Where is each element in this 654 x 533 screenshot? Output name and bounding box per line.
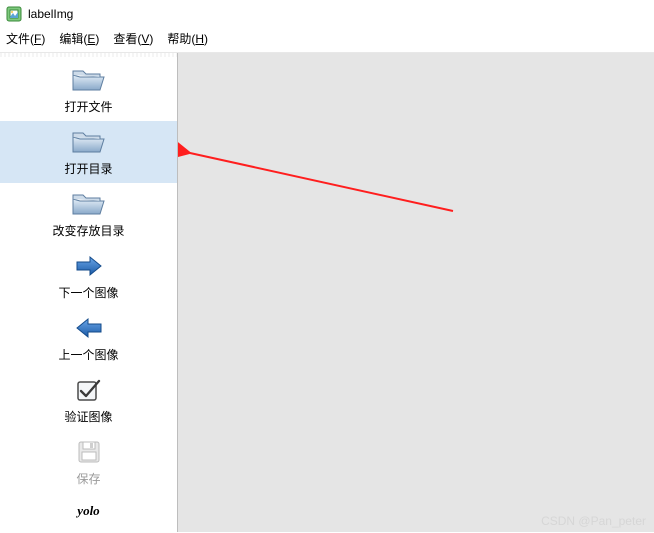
folder-open-icon bbox=[69, 189, 109, 219]
verify-image-label: 验证图像 bbox=[64, 408, 112, 425]
menu-view-prefix: 查看( bbox=[113, 32, 141, 46]
app-icon bbox=[6, 6, 22, 22]
change-save-dir-label: 改变存放目录 bbox=[52, 222, 124, 239]
open-file-label: 打开文件 bbox=[64, 98, 112, 115]
prev-image-label: 上一个图像 bbox=[58, 346, 118, 363]
menu-help-suffix: ) bbox=[204, 32, 208, 46]
title-bar: labelImg bbox=[0, 0, 654, 28]
menu-file-prefix: 文件( bbox=[6, 32, 34, 46]
window-title: labelImg bbox=[28, 7, 73, 21]
save-button[interactable]: 保存 bbox=[0, 431, 177, 493]
menu-edit[interactable]: 编辑(E) bbox=[59, 30, 99, 47]
menu-help-accel: H bbox=[195, 32, 204, 46]
side-toolbar: 打开文件 打开目录 bbox=[0, 53, 178, 532]
watermark-text: CSDN @Pan_peter bbox=[541, 514, 646, 528]
folder-open-icon bbox=[69, 65, 109, 95]
content-area: 打开文件 打开目录 bbox=[0, 52, 654, 532]
arrow-right-icon bbox=[69, 251, 109, 281]
menu-view[interactable]: 查看(V) bbox=[113, 30, 153, 47]
next-image-label: 下一个图像 bbox=[58, 284, 118, 301]
menu-edit-suffix: ) bbox=[95, 32, 99, 46]
arrow-left-icon bbox=[69, 313, 109, 343]
menu-view-suffix: ) bbox=[149, 32, 153, 46]
save-label: 保存 bbox=[76, 470, 100, 487]
open-file-button[interactable]: 打开文件 bbox=[0, 59, 177, 121]
next-image-button[interactable]: 下一个图像 bbox=[0, 245, 177, 307]
menu-edit-prefix: 编辑( bbox=[59, 32, 87, 46]
canvas-area bbox=[178, 53, 654, 532]
change-save-dir-button[interactable]: 改变存放目录 bbox=[0, 183, 177, 245]
check-box-icon bbox=[69, 375, 109, 405]
menu-help[interactable]: 帮助(H) bbox=[167, 30, 208, 47]
prev-image-button[interactable]: 上一个图像 bbox=[0, 307, 177, 369]
yolo-label: yolo bbox=[77, 503, 99, 519]
menu-help-prefix: 帮助( bbox=[167, 32, 195, 46]
floppy-icon bbox=[69, 437, 109, 467]
side-toolbar-inner: 打开文件 打开目录 bbox=[0, 59, 177, 532]
menu-file-suffix: ) bbox=[41, 32, 45, 46]
format-yolo-button[interactable]: yolo bbox=[0, 493, 177, 525]
annotation-arrow-icon bbox=[178, 53, 654, 533]
folder-open-icon bbox=[69, 127, 109, 157]
open-dir-button[interactable]: 打开目录 bbox=[0, 121, 177, 183]
menu-bar: 文件(F) 编辑(E) 查看(V) 帮助(H) bbox=[0, 28, 654, 52]
menu-file[interactable]: 文件(F) bbox=[6, 30, 45, 47]
open-dir-label: 打开目录 bbox=[64, 160, 112, 177]
verify-image-button[interactable]: 验证图像 bbox=[0, 369, 177, 431]
